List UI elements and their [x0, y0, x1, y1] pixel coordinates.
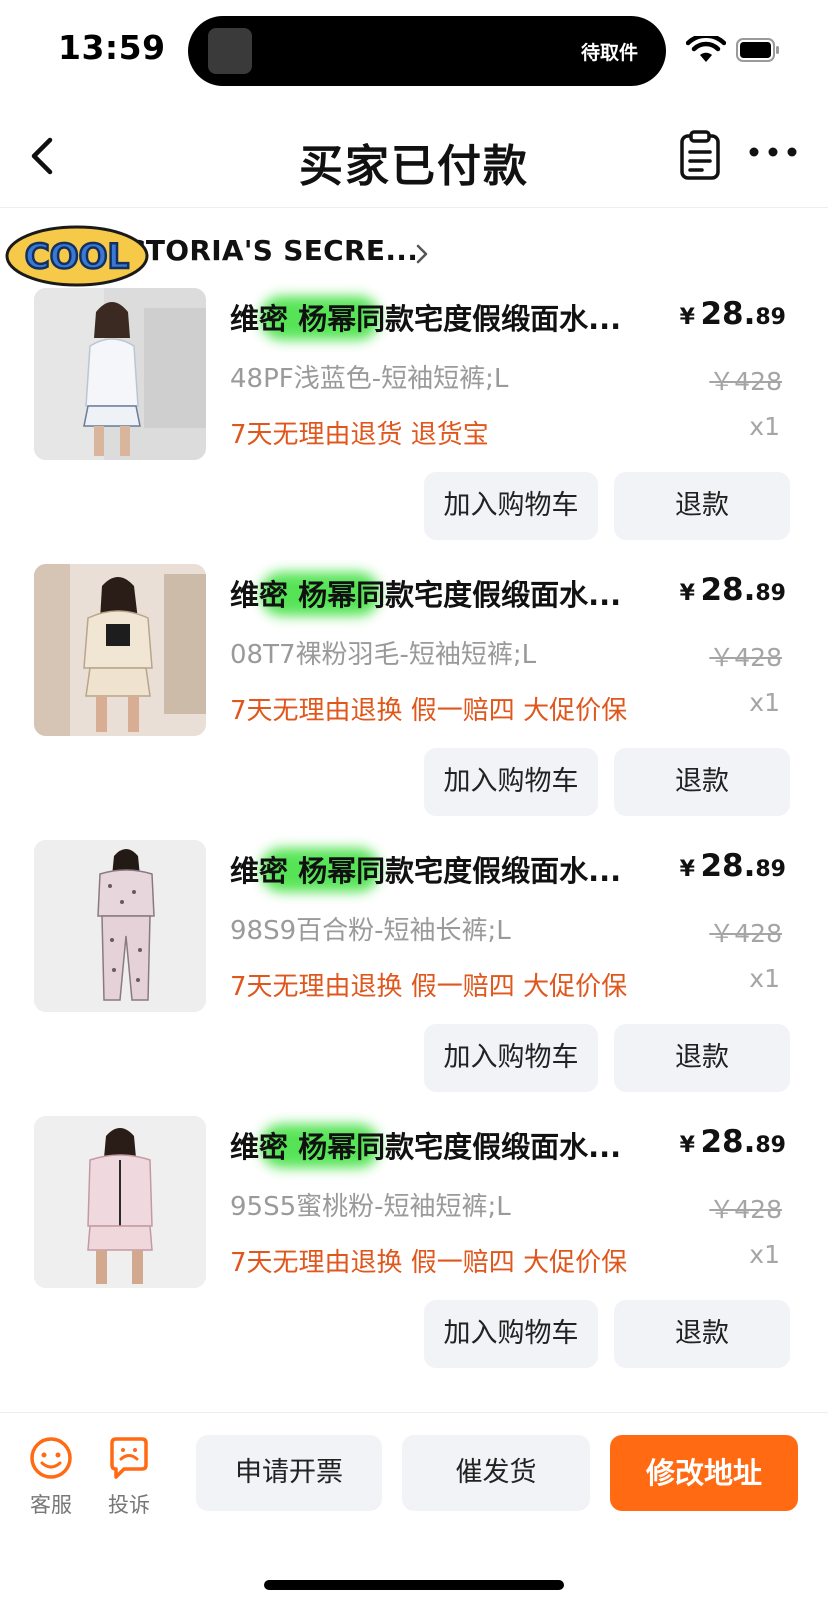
customer-service-button[interactable]: 客服	[16, 1435, 86, 1519]
price-dec: 89	[755, 581, 786, 606]
change-address-button[interactable]: 修改地址	[610, 1435, 798, 1511]
currency-symbol: ¥	[679, 581, 695, 606]
product-price: ¥ 28.89	[680, 1124, 786, 1160]
nav-bar: 买家已付款	[0, 112, 828, 208]
complaint-label: 投诉	[108, 1493, 150, 1517]
product-price: ¥ 28.89	[680, 296, 786, 332]
product-card[interactable]: 维密 杨幂同款宅度假缎面水... 08T7裸粉羽毛-短袖短裤;L 7天无理由退换…	[0, 564, 828, 844]
service-tags: 7天无理由退货 退货宝	[230, 420, 489, 450]
service-tags: 7天无理由退换 假一赔四 大促价保	[230, 696, 628, 726]
battery-icon	[736, 38, 779, 62]
price-int: 28.	[700, 296, 756, 332]
shop-name[interactable]: CTORIA'S SECRE...	[125, 234, 418, 267]
complaint-button[interactable]: 投诉	[94, 1435, 164, 1519]
product-title[interactable]: 维密 杨幂同款宅度假缎面水...	[230, 848, 650, 890]
dynamic-island[interactable]: 待取件	[188, 16, 666, 86]
add-to-cart-button[interactable]: 加入购物车	[424, 748, 598, 816]
product-card[interactable]: 维密 杨幂同款宅度假缎面水... 48PF浅蓝色-短袖短裤;L 7天无理由退货 …	[0, 288, 828, 568]
product-thumbnail[interactable]	[34, 1116, 206, 1288]
product-sku: 08T7裸粉羽毛-短袖短裤;L	[230, 640, 537, 670]
product-title[interactable]: 维密 杨幂同款宅度假缎面水...	[230, 1124, 650, 1166]
customer-service-label: 客服	[30, 1493, 72, 1517]
add-to-cart-button[interactable]: 加入购物车	[424, 1300, 598, 1368]
price-int: 28.	[700, 848, 756, 884]
original-price: ￥428	[709, 367, 782, 396]
more-icon[interactable]	[748, 140, 798, 164]
price-dec: 89	[755, 857, 786, 882]
product-thumbnail[interactable]	[34, 288, 206, 460]
wifi-icon	[686, 36, 726, 62]
status-bar: 13:59 待取件	[0, 0, 828, 100]
currency-symbol: ¥	[679, 857, 695, 882]
bottom-action-bar: 客服 投诉 申请开票 催发货 修改地址	[0, 1412, 828, 1602]
product-price: ¥ 28.89	[680, 572, 786, 608]
quantity: x1	[749, 964, 780, 993]
customer-service-icon	[30, 1437, 72, 1479]
refund-button[interactable]: 退款	[614, 472, 790, 540]
price-int: 28.	[700, 572, 756, 608]
home-indicator	[264, 1580, 564, 1590]
refund-button[interactable]: 退款	[614, 1300, 790, 1368]
add-to-cart-button[interactable]: 加入购物车	[424, 472, 598, 540]
quantity: x1	[749, 412, 780, 441]
status-time: 13:59	[58, 28, 166, 67]
island-app-icon	[208, 28, 252, 74]
chevron-right-icon[interactable]	[414, 242, 430, 266]
product-title[interactable]: 维密 杨幂同款宅度假缎面水...	[230, 296, 650, 338]
apply-invoice-button[interactable]: 申请开票	[196, 1435, 382, 1511]
urge-shipping-button[interactable]: 催发货	[402, 1435, 590, 1511]
clipboard-icon[interactable]	[678, 130, 722, 182]
shop-row[interactable]: CTORIA'S SECRE... COOL	[0, 218, 828, 292]
refund-button[interactable]: 退款	[614, 748, 790, 816]
product-sku: 98S9百合粉-短袖长裤;L	[230, 916, 511, 946]
quantity: x1	[749, 688, 780, 717]
product-card[interactable]: 维密 杨幂同款宅度假缎面水... 98S9百合粉-短袖长裤;L 7天无理由退换 …	[0, 840, 828, 1120]
complaint-icon	[110, 1437, 148, 1479]
price-int: 28.	[700, 1124, 756, 1160]
original-price: ￥428	[709, 1195, 782, 1224]
currency-symbol: ¥	[679, 1133, 695, 1158]
quantity: x1	[749, 1240, 780, 1269]
product-sku: 95S5蜜桃粉-短袖短裤;L	[230, 1192, 511, 1222]
service-tags: 7天无理由退换 假一赔四 大促价保	[230, 1248, 628, 1278]
island-text: 待取件	[580, 42, 638, 64]
cool-logo-text: COOL	[25, 237, 129, 277]
service-tags: 7天无理由退换 假一赔四 大促价保	[230, 972, 628, 1002]
product-card[interactable]: 维密 杨幂同款宅度假缎面水... 95S5蜜桃粉-短袖短裤;L 7天无理由退换 …	[0, 1116, 828, 1396]
product-thumbnail[interactable]	[34, 840, 206, 1012]
product-thumbnail[interactable]	[34, 564, 206, 736]
product-sku: 48PF浅蓝色-短袖短裤;L	[230, 364, 509, 394]
add-to-cart-button[interactable]: 加入购物车	[424, 1024, 598, 1092]
product-price: ¥ 28.89	[680, 848, 786, 884]
currency-symbol: ¥	[679, 305, 695, 330]
price-dec: 89	[755, 305, 786, 330]
original-price: ￥428	[709, 643, 782, 672]
cool-logo-sticker: COOL	[5, 225, 149, 287]
original-price: ￥428	[709, 919, 782, 948]
refund-button[interactable]: 退款	[614, 1024, 790, 1092]
product-title[interactable]: 维密 杨幂同款宅度假缎面水...	[230, 572, 650, 614]
price-dec: 89	[755, 1133, 786, 1158]
